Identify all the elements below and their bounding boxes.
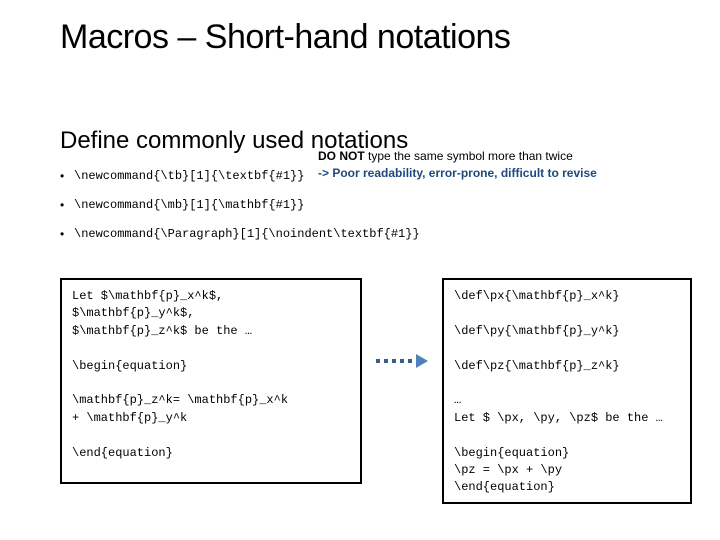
arrow-head (416, 354, 428, 368)
callout-emphasis: DO NOT (318, 149, 365, 163)
arrow-right-icon (376, 354, 428, 368)
arrow-stem (376, 359, 416, 363)
bullet-list: \newcommand{\tb}[1]{\textbf{#1}} \newcom… (60, 167, 684, 245)
bullet-item: \newcommand{\tb}[1]{\textbf{#1}} (60, 167, 684, 186)
slide-title: Macros – Short-hand notations (60, 18, 684, 57)
callout-line-1: DO NOT type the same symbol more than tw… (318, 148, 597, 165)
slide: Macros – Short-hand notations Define com… (0, 0, 720, 540)
bullet-item: \newcommand{\Paragraph}[1]{\noindent\tex… (60, 225, 684, 244)
callout-rest: type the same symbol more than twice (365, 149, 573, 163)
bullet-item: \newcommand{\mb}[1]{\mathbf{#1}} (60, 196, 684, 215)
code-comparison: Let $\mathbf{p}_x^k$, $\mathbf{p}_y^k$, … (60, 278, 692, 504)
code-box-before: Let $\mathbf{p}_x^k$, $\mathbf{p}_y^k$, … (60, 278, 362, 484)
code-box-after: \def\px{\mathbf{p}_x^k} \def\py{\mathbf{… (442, 278, 692, 504)
